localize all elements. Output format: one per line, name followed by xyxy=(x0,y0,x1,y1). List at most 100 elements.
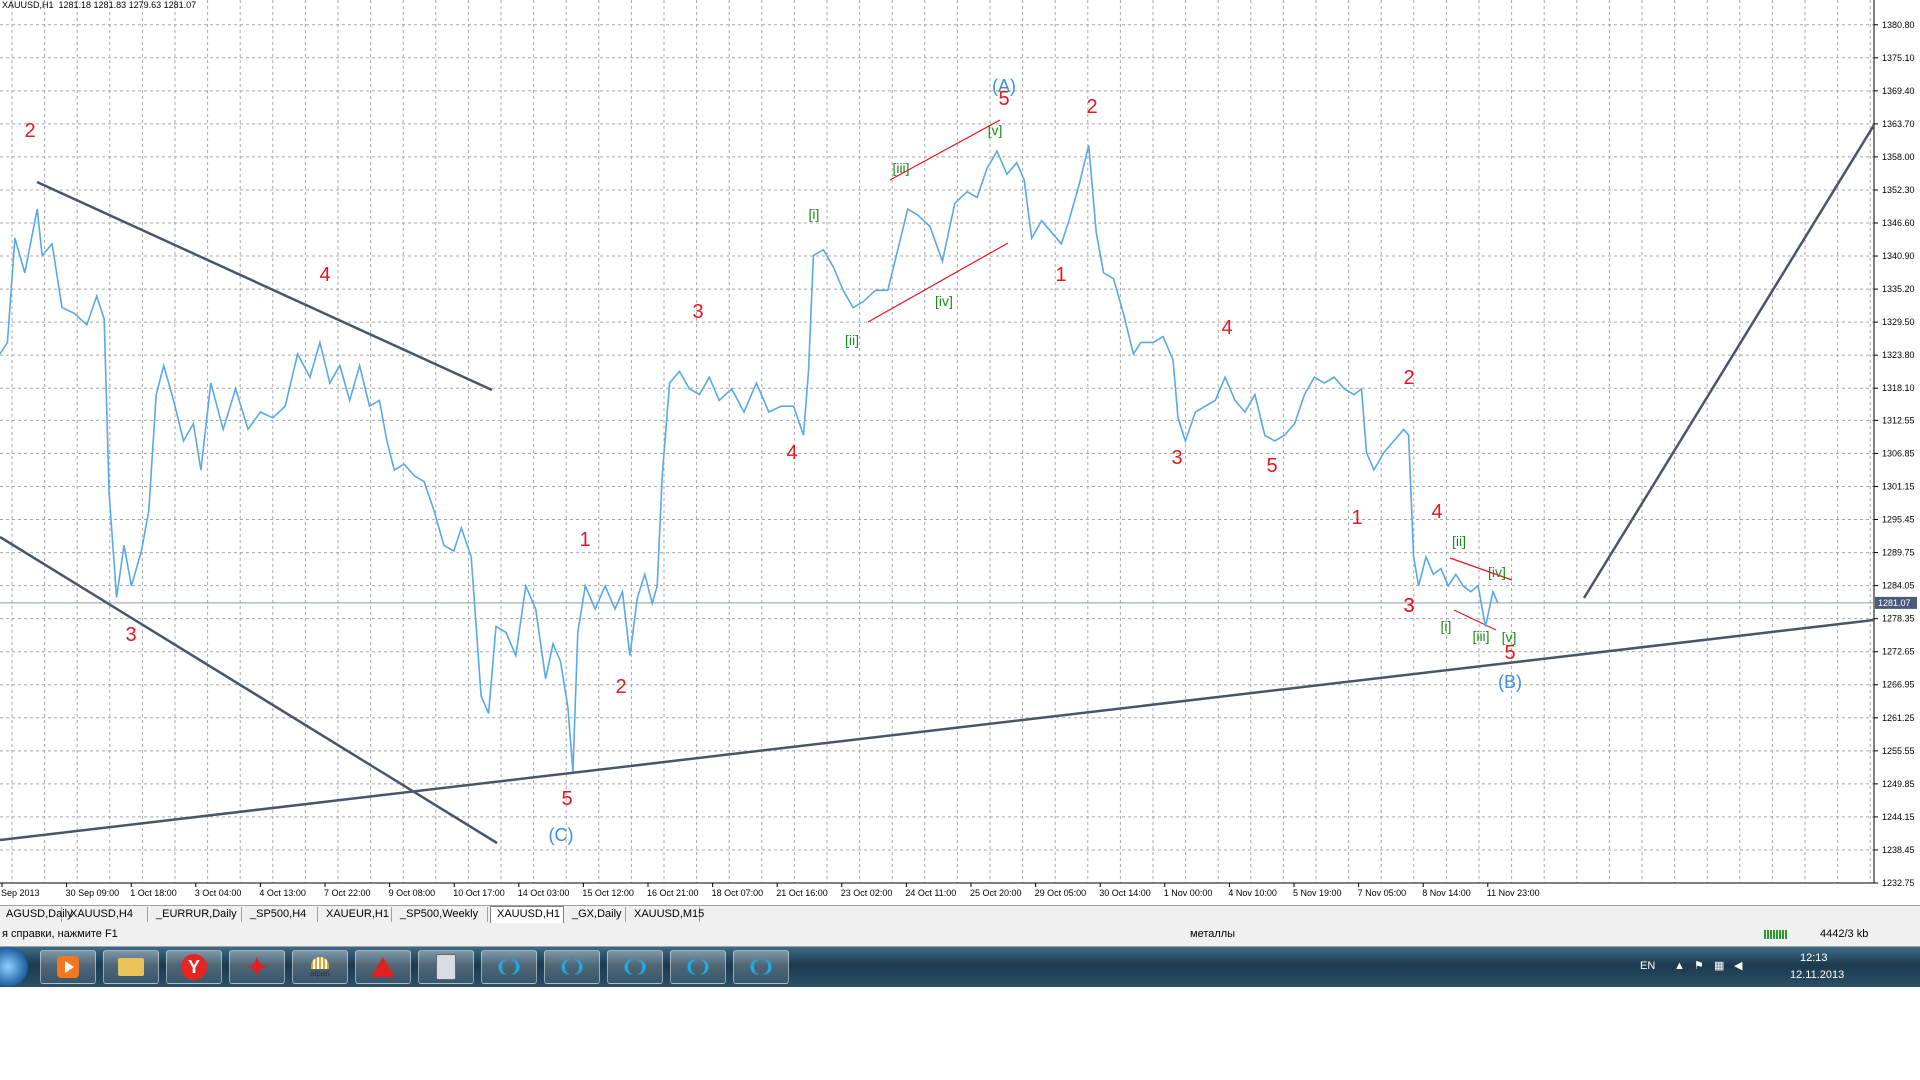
arrow-app-button[interactable] xyxy=(355,950,411,984)
chart-tab[interactable]: _SP500,Weekly xyxy=(394,907,488,922)
time-axis-label: 4 Oct 13:00 xyxy=(259,888,306,898)
price-axis-label: 1329.50 xyxy=(1882,317,1915,327)
chart-tab[interactable]: AGUSD,Daily xyxy=(0,907,73,922)
chart-tab-strip: AGUSD,Daily XAUUSD,H4 _EURRUR,Daily _SP500,… xyxy=(0,905,1920,925)
time-axis-label: 1 Nov 00:00 xyxy=(1164,888,1213,898)
wave-channel-line xyxy=(1453,609,1497,631)
wave-label-red: 1 xyxy=(1055,264,1066,286)
explorer-button[interactable] xyxy=(103,950,159,984)
time-axis-label: Sep 2013 xyxy=(1,888,40,898)
time-axis-label: 18 Oct 07:00 xyxy=(712,888,764,898)
terminal-icon: ❨❩ xyxy=(684,959,712,976)
time-axis-label: 7 Nov 05:00 xyxy=(1358,888,1407,898)
media-player-button[interactable] xyxy=(40,950,96,984)
wave-label-red: 3 xyxy=(1171,447,1182,469)
time-axis-label: 30 Oct 14:00 xyxy=(1099,888,1151,898)
network-icon[interactable]: ▦ xyxy=(1714,959,1724,972)
clock-date[interactable]: 12.11.2013 xyxy=(1790,969,1844,981)
start-button-icon[interactable] xyxy=(0,947,28,987)
empty-desktop-area xyxy=(0,987,1920,1080)
chart-tab[interactable]: _GX,Daily xyxy=(566,907,626,922)
chart-area[interactable]: 1380.80 1375.10 1369.40 1363.70 1358.00 1352.… xyxy=(0,0,1920,905)
trend-line xyxy=(1582,124,1876,599)
terminal-window-4-button[interactable]: ❨❩ xyxy=(670,950,726,984)
alpari-button[interactable]: alpari xyxy=(292,950,348,984)
terminal-icon: ❨❩ xyxy=(747,959,775,976)
price-chart[interactable]: 1380.80 1375.10 1369.40 1363.70 1358.00 1352.… xyxy=(0,0,1920,905)
time-axis-label: 21 Oct 16:00 xyxy=(776,888,828,898)
time-axis-label: 23 Oct 02:00 xyxy=(841,888,893,898)
wave-label-red: 2 xyxy=(24,120,35,142)
price-axis-label: 1301.15 xyxy=(1882,481,1915,491)
terminal-icon: ❨❩ xyxy=(495,959,523,976)
price-axis-label: 1380.80 xyxy=(1882,20,1915,30)
tray-expand-icon[interactable]: ▲ xyxy=(1674,960,1685,972)
status-traffic: 4442/3 kb xyxy=(1820,928,1869,940)
terminal-window-3-button[interactable]: ❨❩ xyxy=(607,950,663,984)
volume-icon[interactable]: ◀ xyxy=(1734,959,1742,972)
price-axis-label: 1278.35 xyxy=(1882,614,1915,624)
star-logo-icon: ✦ xyxy=(246,951,268,982)
wave-label-green: [iv] xyxy=(1488,564,1506,580)
terminal-window-1-button[interactable]: ❨❩ xyxy=(481,950,537,984)
trading-app-button[interactable]: ✦ xyxy=(229,950,285,984)
price-axis-label: 1375.10 xyxy=(1882,53,1915,63)
alpari-label: alpari xyxy=(310,968,330,978)
wave-label-red: 1 xyxy=(579,529,590,551)
terminal-window-5-button[interactable]: ❨❩ xyxy=(733,950,789,984)
flag-icon[interactable]: ⚑ xyxy=(1694,959,1704,972)
wave-label-blue: (C) xyxy=(549,825,574,845)
wave-label-red: 1 xyxy=(1351,507,1362,529)
price-axis-label: 1255.55 xyxy=(1882,746,1915,756)
wave-label-red: 4 xyxy=(319,264,330,286)
wave-label-red: 2 xyxy=(1403,367,1414,389)
play-icon xyxy=(57,956,79,978)
price-axis-label: 1323.80 xyxy=(1882,350,1915,360)
current-price-label: 1281.07 xyxy=(1878,598,1911,608)
time-axis-label: 10 Oct 17:00 xyxy=(453,888,505,898)
time-axis-label: 11 Nov 23:00 xyxy=(1487,888,1540,898)
trend-line xyxy=(0,535,498,845)
price-axis-label: 1340.90 xyxy=(1882,251,1915,261)
price-axis-label: 1318.10 xyxy=(1882,383,1915,393)
chart-tab[interactable]: _EURRUR,Daily xyxy=(150,907,242,922)
wave-label-green: [i] xyxy=(809,206,820,222)
chart-tab[interactable]: XAUUSD,H1 xyxy=(490,906,564,923)
time-axis-label: 7 Oct 22:00 xyxy=(324,888,371,898)
price-axis-label: 1238.45 xyxy=(1882,845,1915,855)
time-axis-label: 16 Oct 21:00 xyxy=(647,888,699,898)
calculator-button[interactable] xyxy=(418,950,474,984)
wave-labels: 24312534521345213435(A)(C)(B)[i][ii][iii… xyxy=(24,76,1522,845)
status-profile: металлы xyxy=(1190,928,1236,940)
terminal-window-2-button[interactable]: ❨❩ xyxy=(544,950,600,984)
price-axis-label: 1266.95 xyxy=(1882,680,1915,690)
wave-label-green: [ii] xyxy=(845,332,859,348)
price-axis-label: 1284.05 xyxy=(1882,581,1915,591)
price-axis-label: 1306.85 xyxy=(1882,448,1915,458)
clock-time[interactable]: 12:13 xyxy=(1800,952,1828,964)
chart-tab[interactable]: XAUUSD,H4 xyxy=(64,907,148,922)
system-tray: EN ▲ ⚑ ▦ ◀ 12:13 12.11.2013 xyxy=(1640,947,1900,987)
price-axis-label: 1232.75 xyxy=(1882,878,1915,888)
yandex-browser-button[interactable]: Y xyxy=(166,950,222,984)
time-axis-label: 5 Nov 19:00 xyxy=(1293,888,1342,898)
price-axis-label: 1335.20 xyxy=(1882,284,1915,294)
chart-tab[interactable]: _SP500,H4 xyxy=(244,907,318,922)
price-axis-label: 1249.85 xyxy=(1882,779,1915,789)
price-axis-label: 1289.75 xyxy=(1882,548,1915,558)
wave-label-green: [i] xyxy=(1441,618,1452,634)
time-axis-label: 8 Nov 14:00 xyxy=(1422,888,1471,898)
wave-label-green: [iv] xyxy=(935,293,953,309)
time-axis-label: 30 Sep 09:00 xyxy=(66,888,120,898)
language-indicator[interactable]: EN xyxy=(1640,960,1655,972)
wave-label-red: 5 xyxy=(1266,455,1277,477)
connection-bars-icon xyxy=(1764,930,1788,942)
terminal-icon: ❨❩ xyxy=(558,959,586,976)
symbol-info: XAUUSD,H1 1281.18 1281.83 1279.63 1281.0… xyxy=(2,0,197,10)
wave-label-red: 2 xyxy=(615,676,626,698)
chart-tab[interactable]: XAUUSD,M15 xyxy=(628,907,704,922)
time-axis-label: 14 Oct 03:00 xyxy=(518,888,570,898)
chart-grid xyxy=(0,0,1874,884)
chart-tab[interactable]: XAUEUR,H1 xyxy=(320,907,392,922)
time-axis-label: 25 Oct 20:00 xyxy=(970,888,1022,898)
